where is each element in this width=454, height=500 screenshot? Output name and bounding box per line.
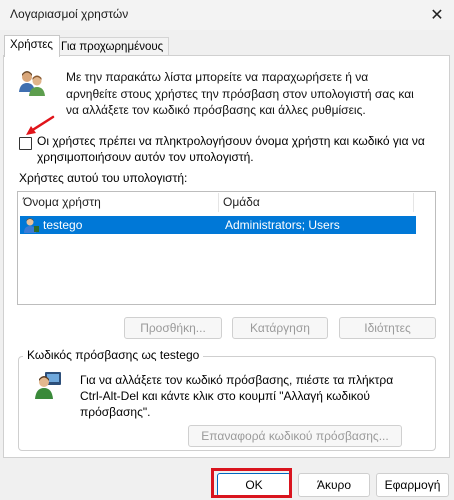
tab-advanced[interactable]: Για προχωρημένους xyxy=(55,37,170,56)
tab-users[interactable]: Χρήστες xyxy=(4,35,60,57)
column-header-username[interactable]: Όνομα χρήστη xyxy=(23,193,219,212)
password-description: Για να αλλάξετε τον κωδικό πρόσβασης, πι… xyxy=(80,373,394,419)
row-group: Administrators; Users xyxy=(225,218,340,232)
ok-highlight-box xyxy=(211,468,292,498)
close-button[interactable]: ✕ xyxy=(420,0,454,30)
description-text: Με την παρακάτω λίστα μπορείτε να παραχω… xyxy=(66,70,414,117)
column-header-group[interactable]: Ομάδα xyxy=(223,193,414,212)
require-login-label[interactable]: Οι χρήστες πρέπει να πληκτρολογήσουν όνο… xyxy=(37,133,437,165)
apply-button[interactable]: Εφαρμογή xyxy=(376,473,449,497)
require-login-checkbox[interactable] xyxy=(19,137,32,150)
users-list-label: Χρήστες αυτού του υπολογιστή: xyxy=(19,171,188,185)
row-username: testego xyxy=(43,218,83,232)
add-button[interactable]: Προσθήκη... xyxy=(124,317,222,339)
password-group-title: Κωδικός πρόσβασης ως testego xyxy=(23,348,204,362)
user-icon xyxy=(24,218,39,233)
window-title: Λογαριασμοί χρηστών xyxy=(10,7,129,21)
remove-button[interactable]: Κατάργηση xyxy=(232,317,328,339)
users-icon xyxy=(19,71,45,96)
reset-password-button[interactable]: Επαναφορά κωδικού πρόσβασης... xyxy=(188,425,402,447)
password-user-icon xyxy=(35,372,61,399)
cancel-button[interactable]: Άκυρο xyxy=(298,473,370,497)
properties-button[interactable]: Ιδιότητες xyxy=(339,317,436,339)
